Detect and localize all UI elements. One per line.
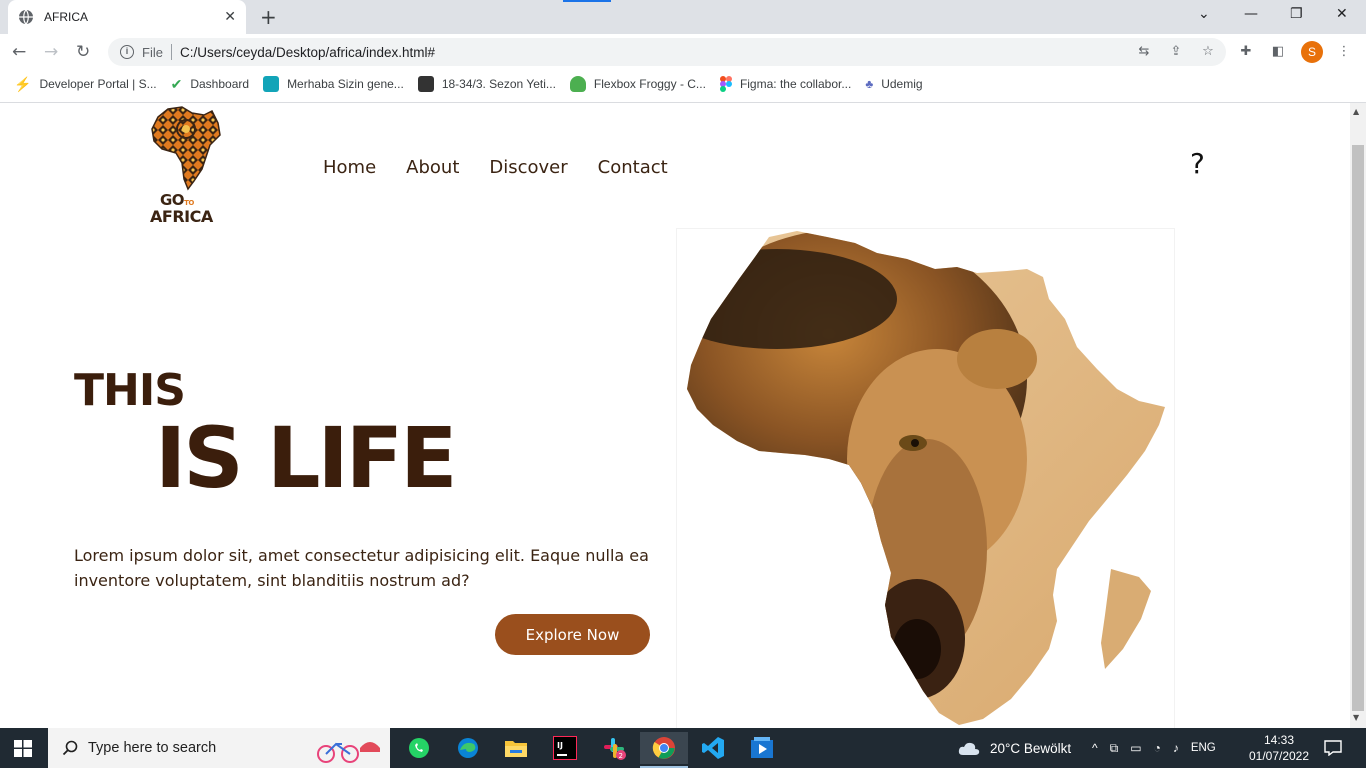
bookmark-label: Flexbox Froggy - C... [593,77,706,91]
bicycle-helmet-icon [317,742,381,763]
logo-africa-text: AFRICA [150,207,213,226]
bookmark-flexbox-froggy[interactable]: Flexbox Froggy - C... [569,76,706,92]
explore-now-button[interactable]: Explore Now [495,614,650,655]
nav-link-home[interactable]: Home [323,157,376,178]
side-panel-icon[interactable]: ◧ [1270,44,1286,60]
media-player-icon[interactable] [746,732,778,764]
go-to-africa-logo[interactable]: GOTO AFRICA [148,105,226,229]
globe-icon [19,9,33,25]
bookmark-label: Dashboard [190,77,250,91]
translate-icon[interactable]: ⇆ [1136,44,1152,60]
classroom-icon [263,76,280,92]
clock-time: 14:33 [1263,733,1295,747]
chrome-icon[interactable] [640,732,688,768]
bookmark-label: 18-34/3. Sezon Yeti... [441,77,556,91]
volume-icon[interactable]: ♪ [1173,741,1179,755]
headline-is-life: IS LIFE [155,409,458,507]
africa-lion-image [687,231,1165,725]
bookmark-label: Developer Portal | S... [39,77,157,91]
network-device-icon[interactable]: ⧉ [1110,741,1119,756]
browser-toolbar: ← → ↻ i File C:/Users/ceyda/Desktop/afri… [0,34,1366,70]
svg-text:2: 2 [619,752,623,760]
close-window-icon[interactable]: ✕ [1336,6,1348,22]
bookmark-label: Udemig [881,77,923,91]
help-question-icon[interactable]: ? [1190,147,1205,180]
reload-icon[interactable]: ↻ [76,42,90,62]
windows-taskbar: Type here to search IJ 2 20°C Bewölkt ^ … [0,728,1366,768]
bolt-icon: ⚡ [14,75,32,92]
bookmark-udemig[interactable]: ♣ Udemig [865,77,922,91]
taskbar-search-box[interactable]: Type here to search [48,728,390,768]
clock-date: 01/07/2022 [1248,749,1310,763]
share-icon[interactable]: ⇪ [1168,44,1184,60]
address-divider [170,44,172,60]
bookmark-label: Merhaba Sizin gene... [287,77,404,91]
restore-icon[interactable]: ❐ [1290,6,1303,22]
back-arrow-icon[interactable]: ← [12,42,26,62]
tab-search-indicator [563,0,611,2]
file-explorer-icon[interactable] [500,732,532,764]
nav-link-contact[interactable]: Contact [598,157,668,178]
tab-search-icon[interactable]: ⌄ [1198,6,1210,22]
windows-start-icon[interactable] [14,740,32,757]
browser-tab[interactable]: AFRICA ✕ [8,0,246,34]
bookmark-merhaba[interactable]: Merhaba Sizin gene... [263,76,404,92]
bookmark-developer-portal[interactable]: ⚡ Developer Portal | S... [14,76,157,93]
forward-arrow-icon[interactable]: → [44,42,58,62]
bookmark-figma[interactable]: Figma: the collabor... [719,76,852,92]
scroll-down-icon[interactable]: ▼ [1353,713,1359,722]
bookmark-label: Figma: the collabor... [739,77,852,91]
language-indicator[interactable]: ENG [1191,742,1216,754]
main-nav: Home About Discover Contact [323,157,668,178]
info-icon[interactable]: i [120,45,134,59]
nav-link-about[interactable]: About [406,157,459,178]
bookmark-dashboard[interactable]: ✔ Dashboard [171,76,249,93]
bookmark-sezon[interactable]: 18-34/3. Sezon Yeti... [417,76,556,92]
slack-icon[interactable]: 2 [598,732,630,764]
udemig-icon: ♣ [865,77,874,91]
page-scrollbar[interactable]: ▲ ▼ [1350,103,1366,728]
svg-text:IJ: IJ [557,741,563,750]
edge-icon[interactable] [452,732,484,764]
search-icon [62,740,78,756]
hero-paragraph: Lorem ipsum dolor sit, amet consectetur … [74,546,649,590]
scrollbar-thumb[interactable] [1352,145,1364,711]
notification-icon[interactable] [1324,740,1342,756]
web-page: GOTO AFRICA Home About Discover Contact … [0,103,1350,728]
close-tab-icon[interactable]: ✕ [224,9,236,25]
weather-widget[interactable]: 20°C Bewölkt [958,728,1071,768]
vscode-icon[interactable] [697,732,729,764]
system-tray-icons: ^ ⧉ ▭ ◔ ♪ ENG [1092,728,1216,768]
bookmark-star-icon[interactable]: ☆ [1200,44,1216,60]
address-url[interactable]: C:/Users/ceyda/Desktop/africa/index.html… [180,45,435,60]
taskbar-clock[interactable]: 14:33 01/07/2022 [1248,732,1310,764]
address-bar[interactable]: i File C:/Users/ceyda/Desktop/africa/ind… [108,38,1226,66]
whatsapp-icon[interactable] [403,732,435,764]
contact-card-icon [417,76,434,92]
check-circle-icon: ✔ [170,75,183,92]
scroll-up-icon[interactable]: ▲ [1353,107,1359,116]
hero-image-frame [676,228,1175,728]
extensions-icon[interactable]: ✚ [1238,44,1254,60]
minimize-icon[interactable]: — [1244,6,1258,22]
bookmarks-bar: ⚡ Developer Portal | S... ✔ Dashboard Me… [0,70,1366,98]
nav-link-discover[interactable]: Discover [489,157,567,178]
frog-icon [569,76,586,92]
figma-icon [719,76,732,92]
battery-icon[interactable]: ▭ [1130,741,1141,755]
chevron-up-icon[interactable]: ^ [1092,741,1098,755]
intellij-icon[interactable]: IJ [549,732,581,764]
search-placeholder: Type here to search [88,740,217,756]
new-tab-icon[interactable]: + [260,5,277,29]
tab-title: AFRICA [44,10,89,24]
address-scheme-label: File [142,44,163,60]
menu-kebab-icon[interactable]: ⋮ [1336,44,1352,60]
browser-tab-strip: AFRICA ✕ + ⌄ — ❐ ✕ [0,0,1366,34]
profile-avatar[interactable]: S [1301,41,1323,63]
africa-pattern-logo-icon [151,106,221,191]
weather-text: 20°C Bewölkt [990,740,1072,756]
cloud-icon [958,742,980,755]
wifi-icon[interactable]: ◔ [1154,741,1161,755]
